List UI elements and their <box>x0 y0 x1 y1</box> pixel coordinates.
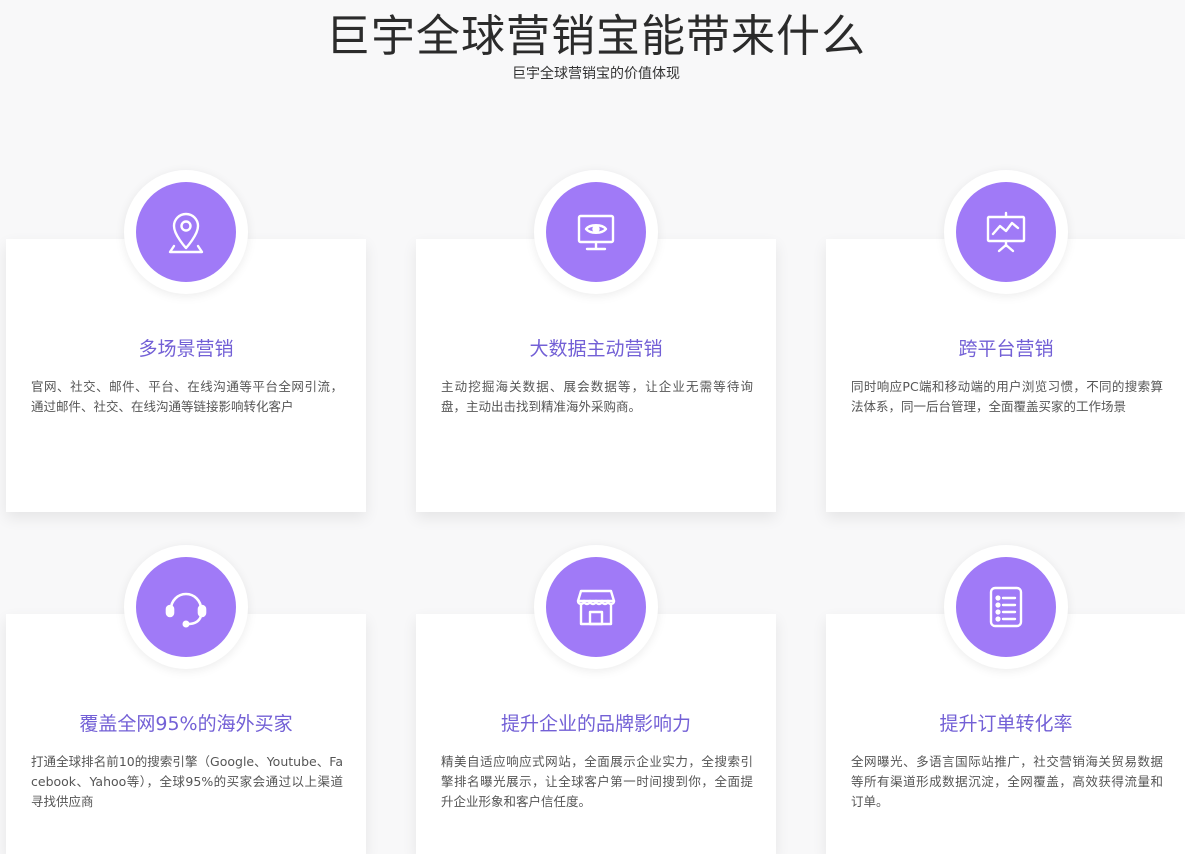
location-pin-icon <box>136 182 236 282</box>
monitor-eye-icon <box>546 182 646 282</box>
feature-card-desc: 精美自适应响应式网站，全面展示企业实力，全搜索引擎排名曝光展示，让全球客户第一时… <box>441 754 753 809</box>
feature-card-desc: 主动挖掘海关数据、展会数据等，让企业无需等待询盘，主动出击找到精准海外采购商。 <box>441 379 753 414</box>
icon-ring <box>534 170 658 294</box>
feature-card-desc: 官网、社交、邮件、平台、在线沟通等平台全网引流，通过邮件、社交、在线沟通等链接影… <box>31 379 343 414</box>
page-title: 巨宇全球营销宝能带来什么 <box>326 11 866 62</box>
feature-card-title: 跨平台营销 <box>958 338 1054 360</box>
list-document-icon <box>956 557 1056 657</box>
icon-ring <box>124 170 248 294</box>
feature-card-title: 提升企业的品牌影响力 <box>500 713 691 735</box>
feature-card-desc: 同时响应PC端和移动端的用户浏览习惯，不同的搜索算法体系，同一后台管理，全面覆盖… <box>851 379 1163 414</box>
page-subtitle: 巨宇全球营销宝的价值体现 <box>512 66 680 82</box>
headset-icon <box>136 557 236 657</box>
presentation-chart-icon <box>956 182 1056 282</box>
icon-ring <box>534 545 658 669</box>
icon-ring <box>944 170 1068 294</box>
feature-card-title: 大数据主动营销 <box>529 338 663 360</box>
storefront-icon <box>546 557 646 657</box>
icon-ring <box>944 545 1068 669</box>
feature-card-desc: 全网曝光、多语言国际站推广，社交营销海关贸易数据等所有渠道形成数据沉淀，全网覆盖… <box>851 754 1163 809</box>
icon-ring <box>124 545 248 669</box>
feature-card-title: 提升订单转化率 <box>939 713 1073 735</box>
feature-card-title: 覆盖全网95%的海外买家 <box>79 713 293 735</box>
feature-card-title: 多场景营销 <box>138 338 234 360</box>
feature-card-desc: 打通全球排名前10的搜索引擎（Google、Youtube、Facebook、Y… <box>31 754 343 809</box>
